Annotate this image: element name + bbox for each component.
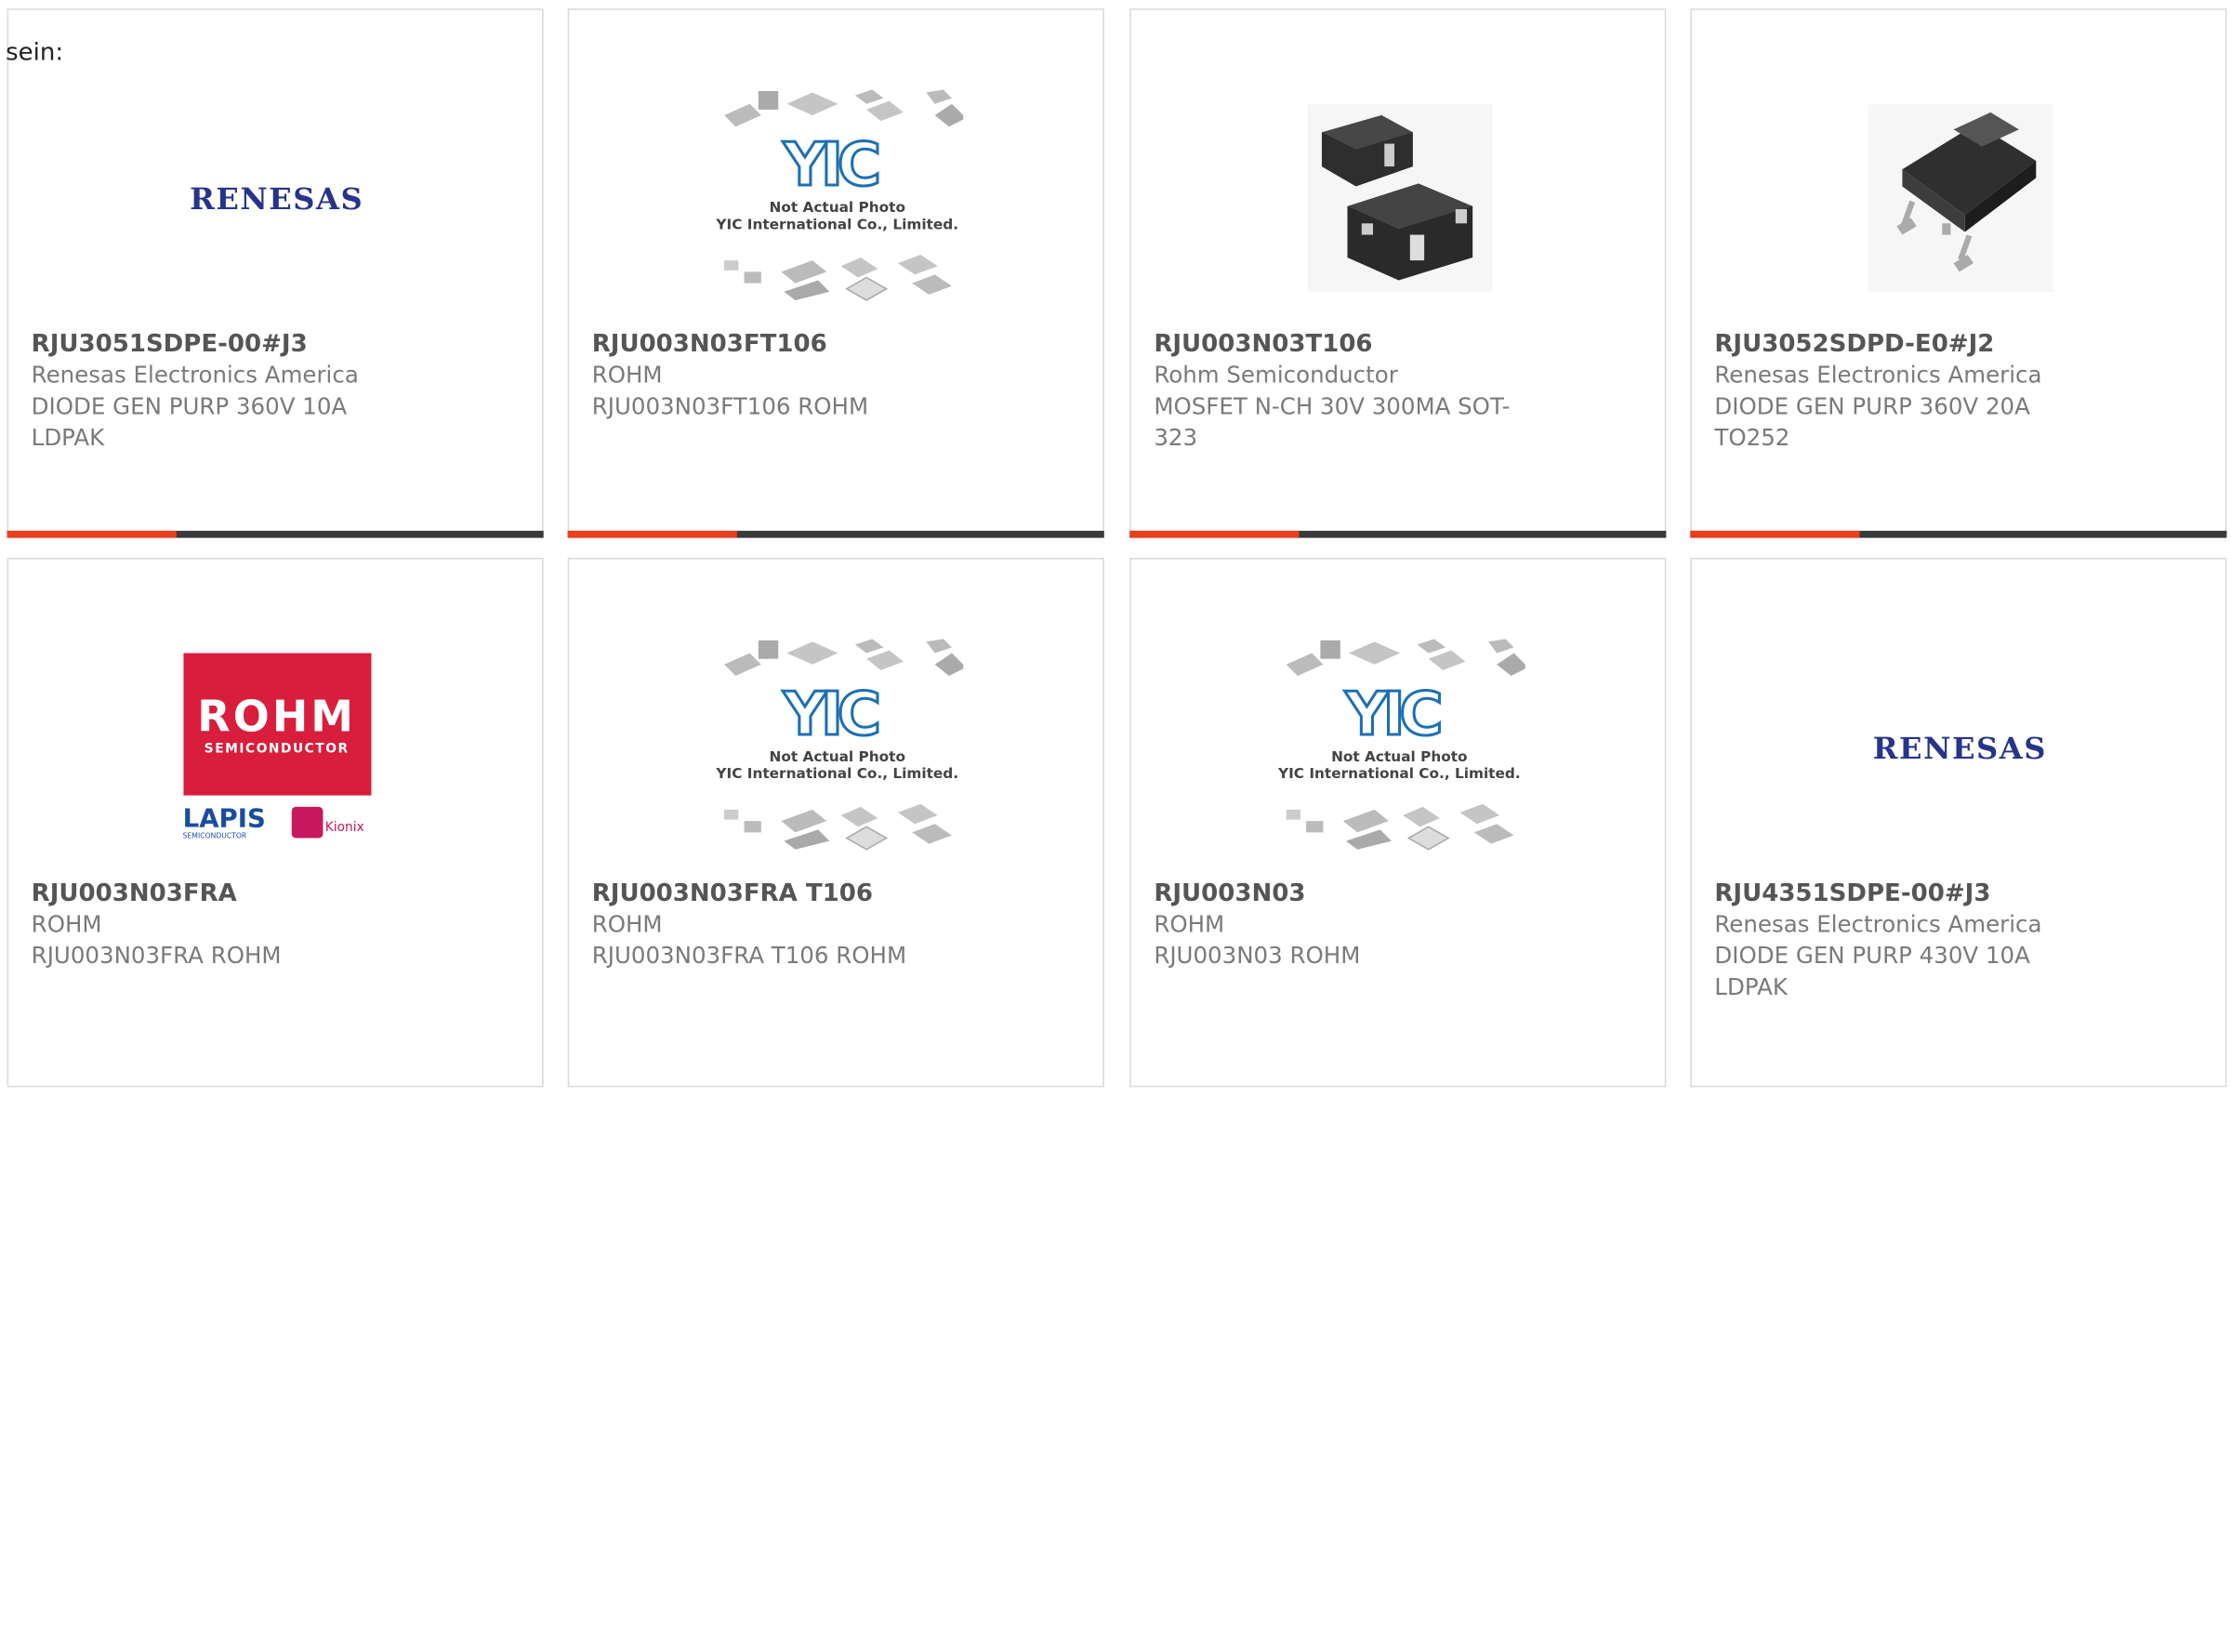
kionix-logo: Kionix — [324, 821, 364, 836]
card-accent-bar — [1690, 530, 1860, 538]
manufacturer-label: Rohm Semiconductor — [1154, 361, 1398, 389]
manufacturer-label: ROHM — [591, 910, 663, 938]
product-info: RJU003N03T106 Rohm Semiconductor MOSFET … — [1154, 329, 1580, 455]
kionix-icon — [291, 806, 323, 839]
description-label: RJU003N03FRA ROHM — [31, 942, 282, 970]
manufacturer-label: ROHM — [1154, 910, 1225, 938]
rohm-logo: ROHM SEMICONDUCTOR LAPIS SEMICONDUCTOR K… — [182, 653, 371, 841]
product-card[interactable]: YIC Not Actual Photo YIC International C… — [1129, 557, 1667, 1088]
card-bottom-bar — [7, 530, 544, 538]
part-number-link[interactable]: RJU003N03T106 — [1154, 329, 1580, 361]
product-card[interactable]: YIC Not Actual Photo YIC International C… — [567, 8, 1104, 538]
product-image[interactable] — [1269, 75, 1529, 320]
product-info: RJU003N03FT106 ROHM RJU003N03FT106 ROHM — [592, 329, 1019, 423]
product-card[interactable]: RJU003N03T106 Rohm Semiconductor MOSFET … — [1129, 8, 1667, 538]
part-number-link[interactable]: RJU3052SDPD-E0#J2 — [1714, 329, 2141, 361]
manufacturer-label: Renesas Electronics America — [31, 361, 359, 389]
part-number-link[interactable]: RJU003N03 — [1154, 878, 1580, 909]
product-info: RJU3052SDPD-E0#J2 Renesas Electronics Am… — [1714, 329, 2141, 455]
yic-placeholder-image: YIC Not Actual Photo YIC International C… — [1274, 633, 1525, 861]
manufacturer-label: Renesas Electronics America — [1714, 910, 2042, 938]
product-image[interactable] — [1829, 75, 2090, 320]
product-info: RJU003N03 ROHM RJU003N03 ROHM — [1154, 878, 1580, 971]
description-label: RJU003N03 ROHM — [1154, 942, 1361, 970]
card-bottom-bar — [567, 530, 1104, 538]
part-number-link[interactable]: RJU003N03FT106 — [592, 329, 1019, 361]
description-label: DIODE GEN PURP 360V 20A TO252 — [1714, 392, 2030, 452]
card-bottom-bar — [1129, 530, 1667, 538]
part-number-link[interactable]: RJU003N03FRA T106 — [592, 878, 1019, 909]
product-grid-page: sein: RENESAS RJU3051SDPE-00#J3 Renesas … — [0, 0, 2231, 1652]
yic-placeholder-image: YIC Not Actual Photo YIC International C… — [712, 633, 963, 861]
description-label: MOSFET N-CH 30V 300MA SOT-323 — [1154, 392, 1511, 452]
card-accent-bar — [1129, 530, 1300, 538]
product-info: RJU4351SDPE-00#J3 Renesas Electronics Am… — [1714, 878, 2141, 1003]
product-info: RJU003N03FRA ROHM RJU003N03FRA ROHM — [32, 878, 458, 971]
lapis-logo: LAPIS — [182, 803, 266, 834]
card-accent-bar — [7, 530, 177, 538]
product-card[interactable]: YIC Not Actual Photo YIC International C… — [567, 557, 1104, 1088]
to252-icon — [1895, 112, 2036, 272]
yic-logo: YIC — [782, 128, 882, 201]
renesas-logo: RENESAS — [1872, 729, 2047, 765]
yic-logo: YIC — [782, 678, 882, 750]
yic-placeholder-image: YIC Not Actual Photo YIC International C… — [712, 84, 963, 311]
product-card[interactable]: RJU3052SDPD-E0#J2 Renesas Electronics Am… — [1690, 8, 2227, 538]
description-label: RJU003N03FRA T106 ROHM — [591, 942, 907, 970]
transistor-icon — [1321, 114, 1472, 281]
description-label: DIODE GEN PURP 430V 10A LDPAK — [1714, 942, 2030, 1001]
description-label: DIODE GEN PURP 360V 10A LDPAK — [31, 392, 348, 452]
placeholder-text: Not Actual Photo YIC International Co., … — [716, 749, 959, 783]
product-card[interactable]: RENESAS RJU4351SDPE-00#J3 Renesas Electr… — [1690, 557, 2227, 1088]
card-accent-bar — [567, 530, 737, 538]
product-image[interactable]: RENESAS — [1829, 625, 2090, 869]
to252-package-photo — [1867, 103, 2053, 292]
product-image[interactable]: YIC Not Actual Photo YIC International C… — [707, 75, 968, 320]
placeholder-text: Not Actual Photo YIC International Co., … — [1278, 749, 1521, 783]
part-number-link[interactable]: RJU3051SDPE-00#J3 — [32, 329, 458, 361]
manufacturer-label: ROHM — [31, 910, 102, 938]
placeholder-text: Not Actual Photo YIC International Co., … — [716, 200, 959, 234]
renesas-logo: RENESAS — [190, 179, 364, 216]
product-info: RJU3051SDPE-00#J3 Renesas Electronics Am… — [32, 329, 458, 455]
sot323-package-photo — [1306, 103, 1492, 292]
product-card[interactable]: ROHM SEMICONDUCTOR LAPIS SEMICONDUCTOR K… — [7, 557, 544, 1088]
description-label: RJU003N03FT106 ROHM — [591, 392, 869, 420]
product-card[interactable]: RENESAS RJU3051SDPE-00#J3 Renesas Electr… — [7, 8, 544, 538]
yic-logo: YIC — [1344, 678, 1445, 750]
manufacturer-label: Renesas Electronics America — [1714, 361, 2042, 389]
product-image[interactable]: RENESAS — [147, 75, 407, 320]
product-image[interactable]: YIC Not Actual Photo YIC International C… — [707, 625, 968, 869]
product-image[interactable]: ROHM SEMICONDUCTOR LAPIS SEMICONDUCTOR K… — [147, 625, 407, 869]
manufacturer-label: ROHM — [591, 361, 663, 389]
card-bottom-bar — [1690, 530, 2227, 538]
product-info: RJU003N03FRA T106 ROHM RJU003N03FRA T106… — [592, 878, 1019, 971]
product-image[interactable]: YIC Not Actual Photo YIC International C… — [1269, 625, 1529, 869]
part-number-link[interactable]: RJU003N03FRA — [32, 878, 458, 909]
part-number-link[interactable]: RJU4351SDPE-00#J3 — [1714, 878, 2141, 909]
intro-text: sein: — [6, 38, 64, 67]
